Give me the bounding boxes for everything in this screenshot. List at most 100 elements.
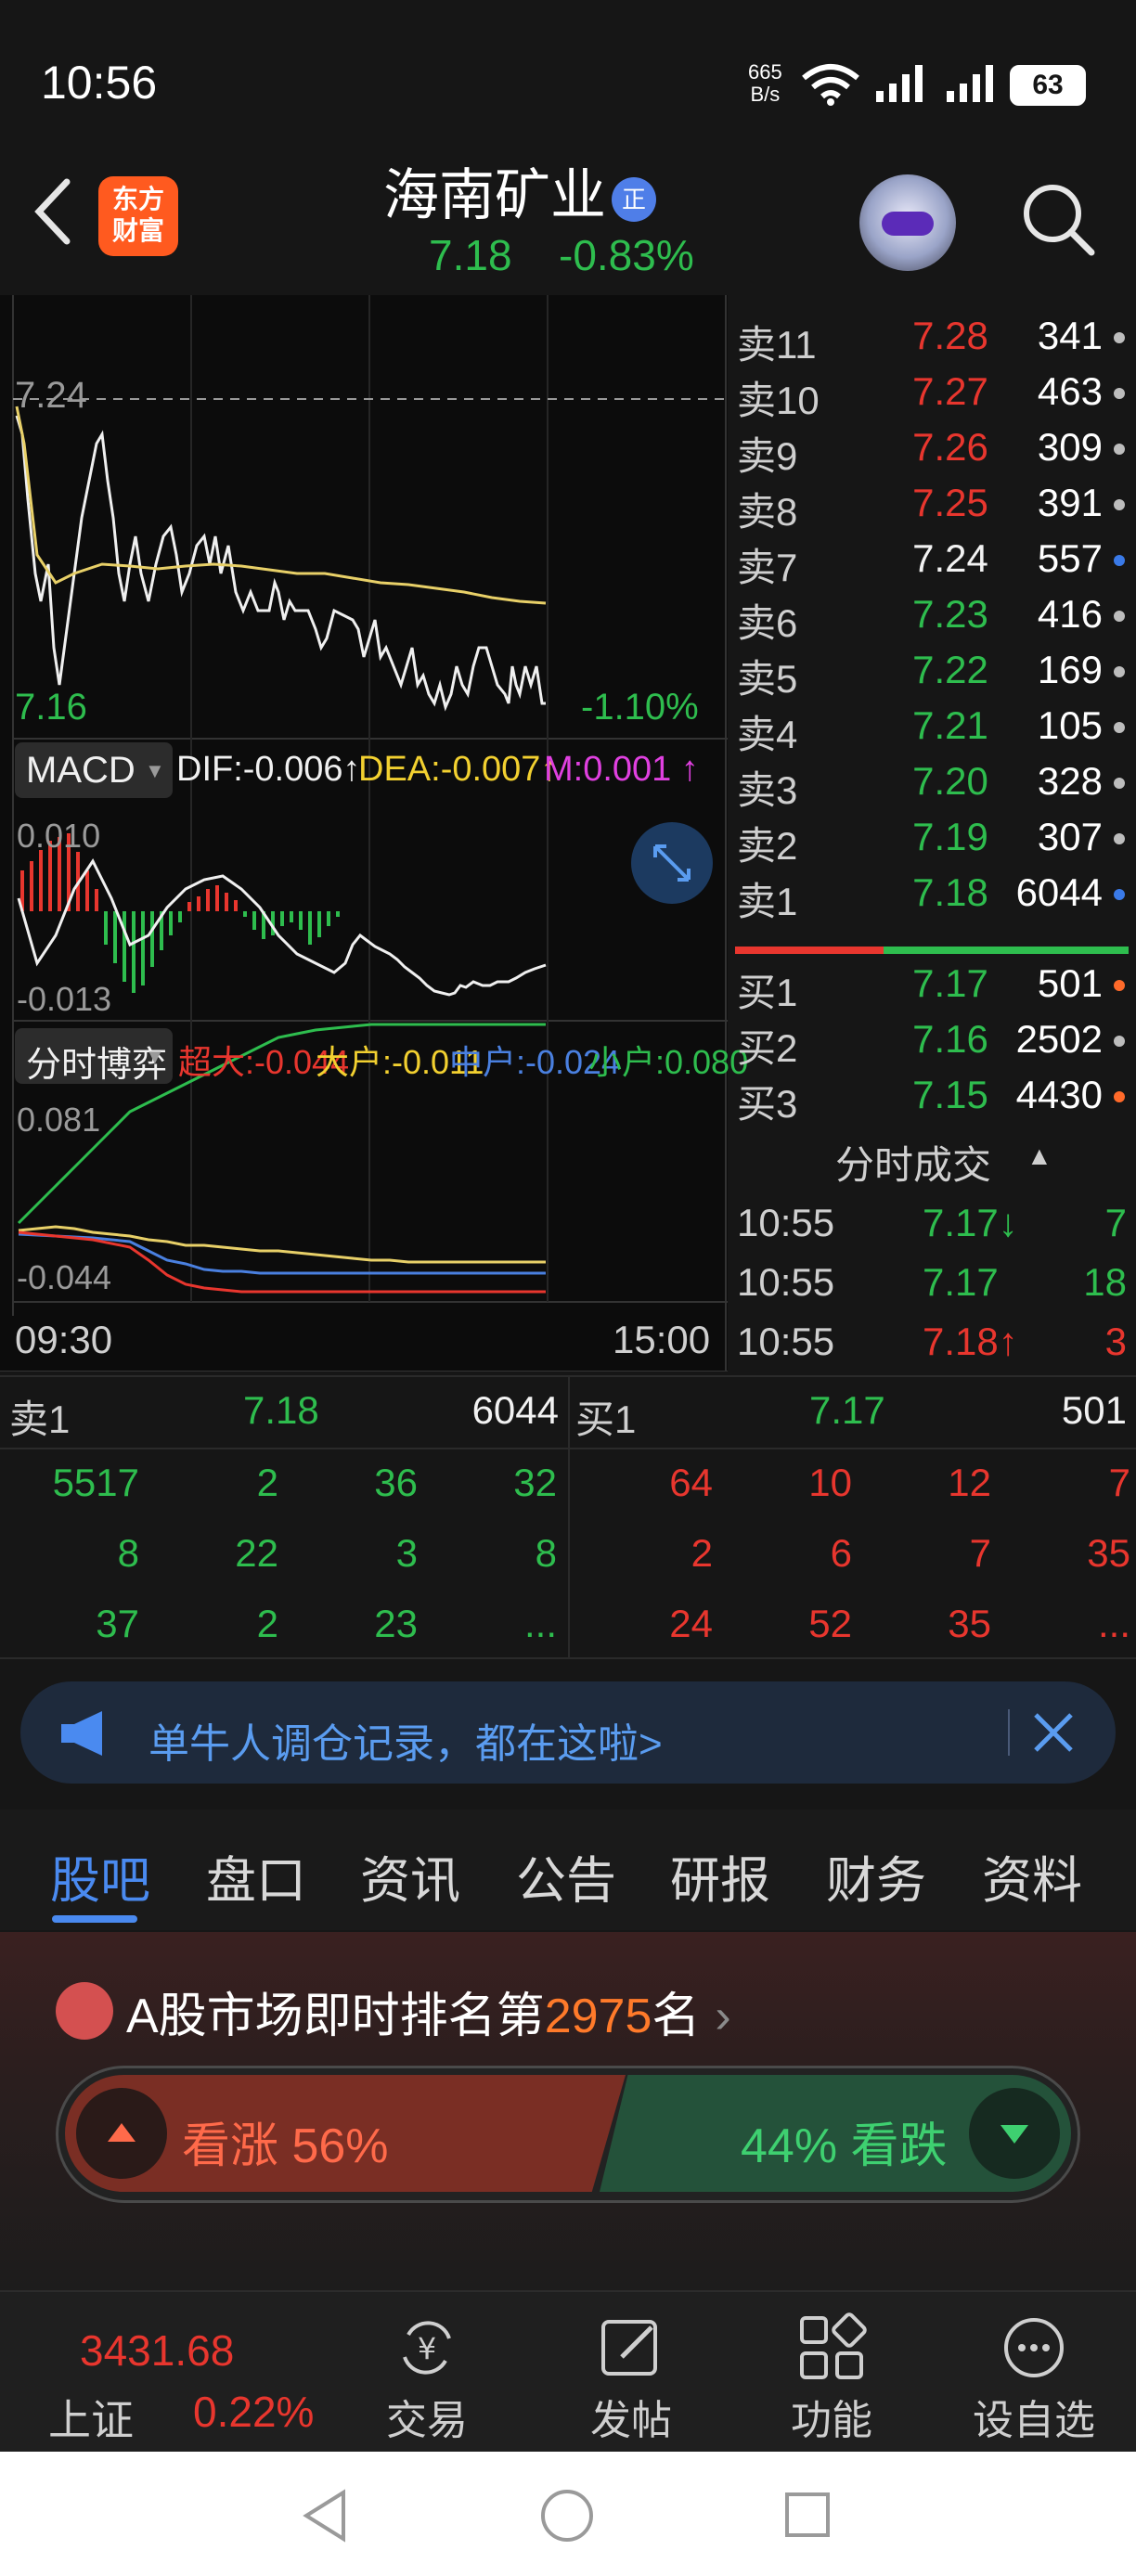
logo-line-2: 财富 (111, 216, 164, 245)
ask-queue-cell: ... (523, 1602, 557, 1645)
ask-queue-cell: 36 (374, 1461, 418, 1504)
bid-queue-cell: 35 (1087, 1531, 1130, 1575)
ask-volume: 341 (1037, 314, 1103, 357)
app-logo[interactable]: 东方 财富 (98, 176, 178, 256)
signal-icon-2 (947, 65, 993, 102)
search-icon[interactable] (1017, 178, 1097, 258)
trade-time: 10:55 (737, 1201, 835, 1244)
wifi-icon (802, 64, 859, 106)
back-arrow-icon[interactable] (26, 174, 82, 249)
tab-quote[interactable]: 盘口 (206, 1839, 306, 1913)
bid-queue-cell: 12 (948, 1461, 991, 1504)
ask-label: 卖5 (737, 657, 798, 701)
ask-indicator-dot (1114, 833, 1125, 844)
tab-finance[interactable]: 财务 (826, 1839, 926, 1913)
ask-row[interactable]: 卖6 7.23 416 (731, 586, 1136, 645)
bid-row[interactable]: 买2 7.16 2502 (731, 1011, 1136, 1070)
tab-profile[interactable]: 资料 (982, 1839, 1082, 1913)
bid-row[interactable]: 买3 7.15 4430 (731, 1067, 1136, 1126)
system-home-icon[interactable] (538, 2487, 596, 2544)
ask-label: 卖11 (737, 323, 817, 367)
macd-m: M:0.001 ↑ (544, 750, 699, 789)
depth-bid-price: 7.17 (809, 1388, 885, 1432)
macd-dea: DEA:-0.007↑ (358, 750, 559, 789)
nav-add-watchlist[interactable]: 设自选 (960, 2294, 1108, 2452)
bid-volume: 4430 (1015, 1073, 1103, 1116)
promo-banner-text[interactable]: 单牛人调仓记录，都在这啦> (148, 1710, 663, 1770)
bid-queue-cell: ... (1097, 1602, 1130, 1645)
ask-row[interactable]: 卖10 7.27 463 (731, 364, 1136, 422)
ask-label: 卖4 (737, 713, 798, 756)
ask-queue-cell: 22 (235, 1531, 278, 1575)
time-start-label: 09:30 (15, 1318, 113, 1361)
ask-volume: 169 (1037, 648, 1103, 691)
ask-row[interactable]: 卖3 7.20 328 (731, 753, 1136, 812)
battery-indicator: 63 (1010, 65, 1086, 106)
ask-volume: 463 (1037, 369, 1103, 413)
tab-announcements[interactable]: 公告 (516, 1839, 616, 1913)
ask-row[interactable]: 卖4 7.21 105 (731, 698, 1136, 756)
ask-row[interactable]: 卖1 7.18 6044 (731, 865, 1136, 923)
stock-name: 海南矿业 (383, 164, 606, 226)
tab-forum[interactable]: 股吧 (50, 1839, 150, 1913)
price-high-label: 7.24 (15, 375, 87, 416)
bid-row[interactable]: 买1 7.17 501 (731, 956, 1136, 1014)
ask-label: 卖2 (737, 824, 798, 868)
index-name[interactable]: 上证 (48, 2387, 134, 2448)
ask-indicator-dot (1114, 499, 1125, 510)
ask-indicator-dot (1114, 889, 1125, 900)
pct-low-label: -1.10% (581, 687, 699, 728)
bid-queue-cell: 2 (691, 1531, 713, 1575)
bid-volume: 2502 (1015, 1017, 1103, 1061)
nav-trade[interactable]: ¥ 交易 (353, 2294, 501, 2452)
bid-volume: 501 (1037, 961, 1103, 1005)
system-recents-icon[interactable] (781, 2489, 833, 2541)
tab-research[interactable]: 研报 (670, 1839, 770, 1913)
depth-ask-price: 7.18 (243, 1388, 319, 1432)
ask-row[interactable]: 卖8 7.25 391 (731, 475, 1136, 534)
arrow-down-icon (1000, 2125, 1028, 2144)
trade-volume: 3 (1104, 1320, 1127, 1363)
macd-bottom-label: -0.013 (17, 980, 112, 1018)
trade-volume: 18 (1083, 1260, 1127, 1304)
nav-trade-label: 交易 (386, 2398, 468, 2443)
ask-bid-ratio-bar-red (735, 947, 884, 954)
rank-number: 2975 (544, 1990, 652, 2043)
trades-title[interactable]: 分时成交 (835, 1134, 991, 1191)
ask-label: 卖8 (737, 490, 798, 534)
bullish-button[interactable] (76, 2088, 167, 2179)
macd-dif: DIF:-0.006↑ (176, 750, 361, 789)
ask-volume: 328 (1037, 759, 1103, 803)
bearish-button[interactable] (969, 2088, 1060, 2179)
ask-queue-cell: 5517 (52, 1461, 139, 1504)
yen-cycle-icon: ¥ (403, 2321, 451, 2375)
ask-row[interactable]: 卖7 7.24 557 (731, 531, 1136, 589)
ask-indicator-dot (1114, 666, 1125, 677)
bearish-label: 44% 看跌 (741, 2119, 948, 2173)
ask-queue-cell: 2 (256, 1602, 278, 1645)
index-change[interactable]: 0.22% (193, 2387, 314, 2437)
rank-prefix: A股市场即时排名第 (126, 1990, 545, 2043)
tab-news[interactable]: 资讯 (360, 1839, 460, 1913)
ask-row[interactable]: 卖9 7.26 309 (731, 419, 1136, 478)
market-rank[interactable]: A股市场即时排名第2975名 › (126, 1977, 731, 2046)
index-value[interactable]: 3431.68 (80, 2325, 234, 2376)
nav-functions[interactable]: 功能 (757, 2294, 906, 2452)
intraday-chart[interactable] (0, 295, 728, 1372)
ask-row[interactable]: 卖11 7.28 341 (731, 308, 1136, 367)
bid-queue-cell: 35 (948, 1602, 991, 1645)
bid-queue-cell: 7 (1108, 1461, 1130, 1504)
depth-bid-volume: 501 (1061, 1388, 1127, 1432)
chevron-up-icon[interactable]: ▲ (1026, 1141, 1052, 1171)
ask-queue-cell: 32 (513, 1461, 557, 1504)
depth-ask-volume: 6044 (471, 1388, 559, 1432)
trade-row: 10:55 7.18↑ 3 (731, 1320, 1136, 1381)
trade-row: 10:55 7.17 18 (731, 1260, 1136, 1321)
order-book[interactable]: 卖11 7.28 341 卖10 7.27 463 卖9 7.26 309 卖8… (731, 295, 1136, 1130)
close-icon[interactable] (1025, 1704, 1082, 1761)
ask-row[interactable]: 卖5 7.22 169 (731, 642, 1136, 701)
edit-icon (601, 2320, 657, 2376)
ask-row[interactable]: 卖2 7.19 307 (731, 809, 1136, 868)
nav-post[interactable]: 发帖 (557, 2294, 705, 2452)
system-back-icon[interactable] (299, 2487, 351, 2544)
